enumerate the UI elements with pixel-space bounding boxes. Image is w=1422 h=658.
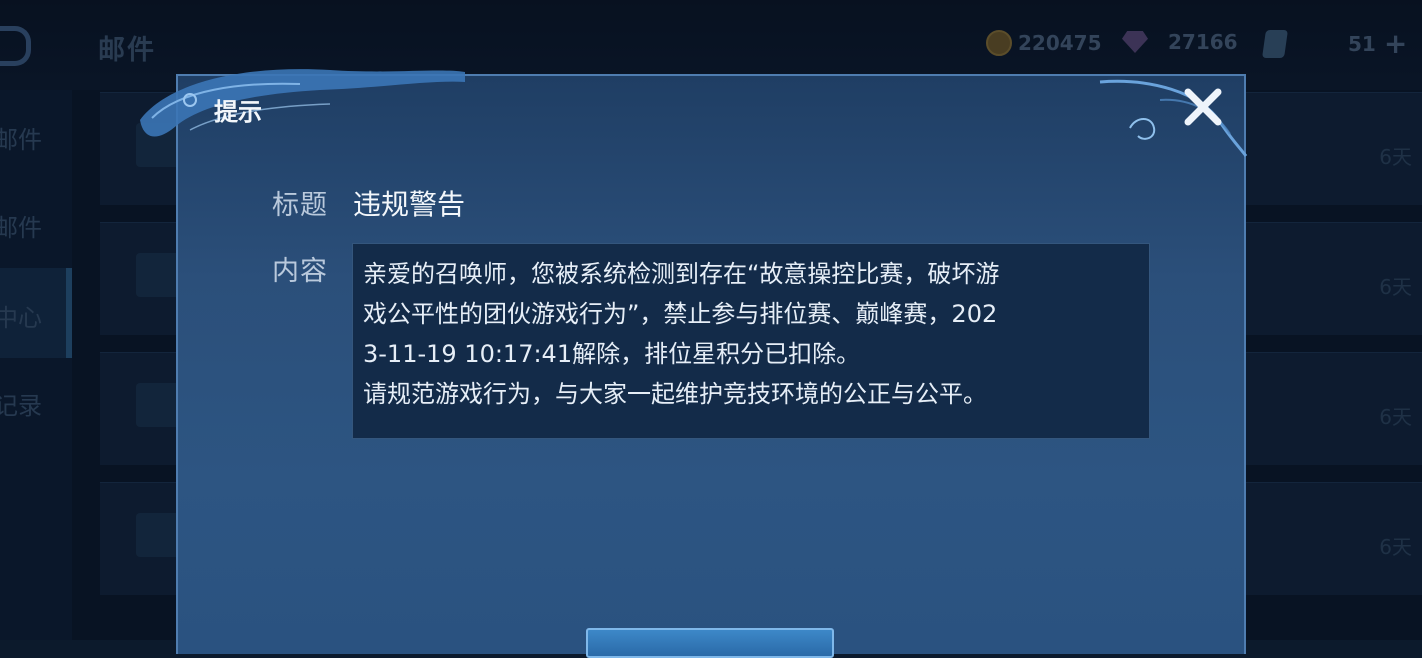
content-line: 亲爱的召唤师，您被系统检测到存在“故意操控比赛，破坏游 (363, 260, 1000, 288)
content-line: 3-11-19 10:17:41解除，排位星积分已扣除。 (363, 340, 861, 368)
dialog-title: 提示 (214, 98, 262, 126)
subject-label: 标题 (272, 190, 328, 221)
content-line: 请规范游戏行为，与大家一起维护竞技环境的公正与公平。 (363, 380, 987, 408)
close-icon[interactable] (1182, 86, 1224, 128)
close-button[interactable] (1180, 84, 1226, 130)
dialog-ornament-icon (140, 69, 465, 137)
content-line: 戏公平性的团伙游戏行为”，禁止参与排位赛、巅峰赛，202 (363, 300, 998, 328)
dialog-ornament-right-icon (1099, 79, 1248, 157)
content-label: 内容 (272, 256, 328, 287)
content-box: 亲爱的召唤师，您被系统检测到存在“故意操控比赛，破坏游 戏公平性的团伙游戏行为”… (352, 243, 1150, 439)
subject-value: 违规警告 (353, 188, 466, 221)
confirm-button[interactable] (586, 628, 834, 658)
